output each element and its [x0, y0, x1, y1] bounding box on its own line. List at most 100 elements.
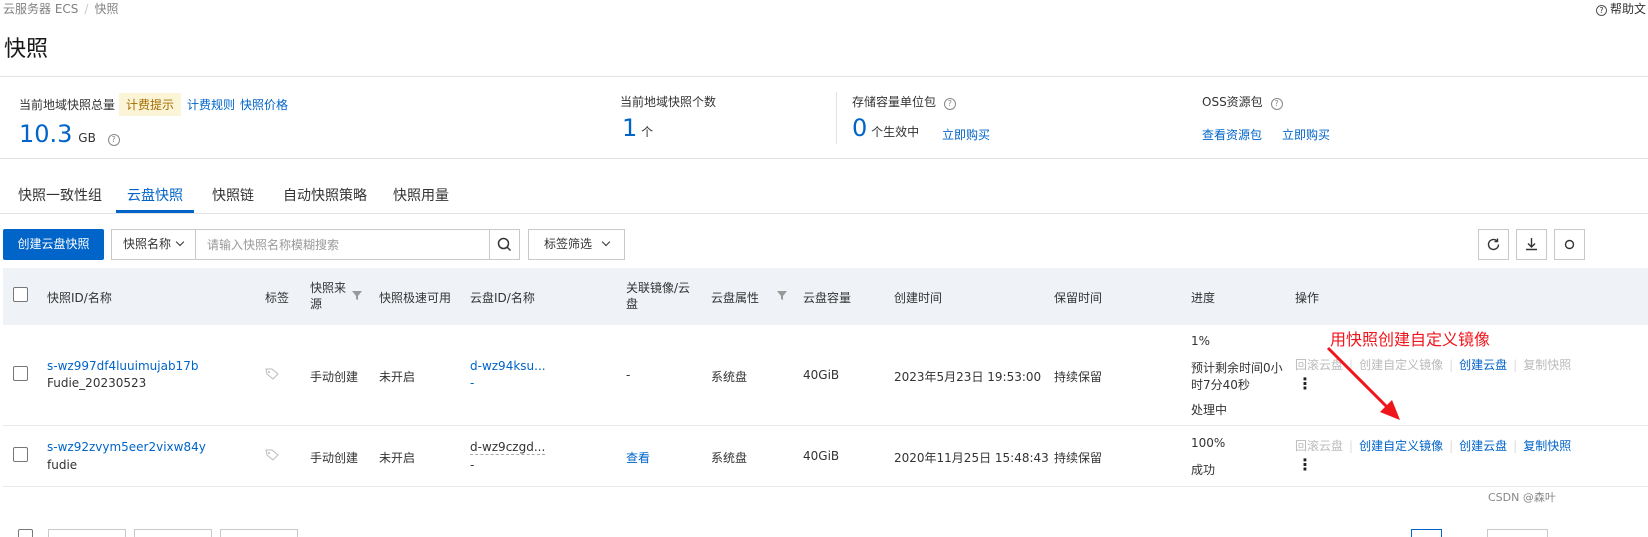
- summary-divider: [836, 92, 837, 144]
- tag-icon[interactable]: [265, 449, 279, 461]
- disk-id-link[interactable]: d-wz94ksu...: [470, 359, 546, 373]
- disk-size: 40GiB: [803, 449, 840, 463]
- create-snapshot-button[interactable]: 创建云盘快照: [3, 229, 104, 260]
- col-image-line2: 盘: [626, 297, 639, 311]
- filter-icon[interactable]: [776, 290, 788, 301]
- filter-field-label: 快照名称: [123, 237, 172, 251]
- divider: [0, 158, 1648, 159]
- breadcrumb-separator: /: [84, 2, 89, 16]
- created-time: 2023年5月23日 19:53:00: [894, 370, 1042, 384]
- total-unit: GB: [78, 131, 96, 145]
- row-checkbox[interactable]: [13, 447, 28, 462]
- total-number: 10.3: [19, 120, 73, 148]
- source: 手动创建: [310, 370, 359, 384]
- rollback-disk-action[interactable]: 回滚云盘: [1295, 439, 1343, 453]
- col-source-line2: 源: [310, 297, 323, 311]
- copy-snapshot-action[interactable]: 复制快照: [1523, 439, 1571, 453]
- export-button[interactable]: [1516, 229, 1547, 260]
- more-actions-icon[interactable]: ⋮: [1297, 457, 1313, 473]
- help-label: 帮助文: [1610, 2, 1647, 16]
- search-icon: [497, 237, 512, 252]
- create-disk-action[interactable]: 创建云盘: [1459, 358, 1507, 372]
- divider: [0, 213, 1648, 214]
- question-icon[interactable]: ?: [1270, 98, 1283, 110]
- retention: 持续保留: [1054, 451, 1103, 465]
- disk-id[interactable]: d-wz9czgd...: [470, 440, 546, 455]
- disk-name: -: [470, 458, 475, 472]
- pagination-current[interactable]: [1411, 529, 1442, 537]
- storage-label: 存储容量单位包 ?: [852, 93, 956, 110]
- remaining-time-line1: 预计剩余时间0小: [1191, 361, 1283, 375]
- progress-status: 处理中: [1191, 403, 1228, 417]
- select-all-checkbox[interactable]: [13, 287, 28, 302]
- retention: 持续保留: [1054, 370, 1103, 384]
- snapshot-name: Fudie_20230523: [47, 376, 147, 390]
- col-disk-attr: 云盘属性: [711, 291, 760, 305]
- view-image-link[interactable]: 查看: [626, 449, 650, 466]
- row-checkbox[interactable]: [13, 366, 28, 381]
- tab-snapshot-chain[interactable]: 快照链: [212, 185, 254, 205]
- col-source-line1: 快照来: [310, 281, 347, 295]
- count-number: 1: [622, 114, 638, 142]
- action-separator: |: [1449, 439, 1454, 453]
- snapshot-id-link[interactable]: s-wz997df4luuimujab17b: [47, 359, 198, 373]
- storage-buy-link[interactable]: 立即购买: [942, 126, 990, 143]
- total-label: 当前地域快照总量: [19, 98, 116, 112]
- filter-field-select[interactable]: 快照名称: [111, 229, 196, 260]
- refresh-button[interactable]: [1478, 229, 1509, 260]
- create-image-action[interactable]: 创建自定义镜像: [1359, 439, 1443, 453]
- annotation-arrow-icon: [1326, 346, 1400, 420]
- footer-checkbox[interactable]: [18, 529, 33, 537]
- refresh-icon: [1487, 238, 1500, 251]
- storage-unit: 个生效中: [871, 125, 920, 139]
- create-disk-action[interactable]: 创建云盘: [1459, 439, 1507, 453]
- more-actions-icon[interactable]: ⋮: [1297, 376, 1313, 392]
- tab-usage[interactable]: 快照用量: [393, 185, 449, 205]
- action-separator: |: [1349, 439, 1354, 453]
- snapshot-id-link[interactable]: s-wz92zvym5eer2vixw84y: [47, 440, 206, 454]
- copy-snapshot-action[interactable]: 复制快照: [1523, 358, 1571, 372]
- disk-attr: 系统盘: [711, 370, 748, 384]
- fee-tip-tag[interactable]: 计费提示: [119, 93, 182, 116]
- row-divider: [3, 486, 1648, 487]
- batch-action-button[interactable]: [48, 529, 126, 537]
- col-disk-size: 云盘容量: [803, 291, 852, 305]
- tag-filter-label: 标签筛选: [544, 237, 593, 251]
- storage-number: 0: [852, 114, 868, 142]
- action-separator: |: [1513, 439, 1518, 453]
- tab-disk-snapshot[interactable]: 云盘快照: [127, 185, 183, 205]
- tag-icon[interactable]: [265, 368, 279, 380]
- storage-value: 0 个生效中: [852, 114, 919, 142]
- source: 手动创建: [310, 451, 359, 465]
- question-icon[interactable]: ?: [107, 134, 120, 146]
- col-retention: 保留时间: [1054, 291, 1103, 305]
- oss-buy-link[interactable]: 立即购买: [1282, 126, 1330, 143]
- settings-icon: [1564, 239, 1575, 250]
- watermark: CSDN @森叶: [1488, 491, 1556, 504]
- snapshot-price-link[interactable]: 快照价格: [240, 96, 288, 113]
- disk-attr: 系统盘: [711, 451, 748, 465]
- related-image: -: [626, 368, 631, 382]
- question-icon[interactable]: ?: [943, 98, 956, 110]
- help-link[interactable]: ? 帮助文: [1596, 0, 1646, 17]
- pagination-next[interactable]: [1487, 529, 1548, 537]
- col-image: 关联镜像/云 盘: [626, 280, 690, 312]
- search-button[interactable]: [489, 229, 520, 260]
- col-id: 快照ID/名称: [47, 291, 112, 305]
- filter-icon[interactable]: [351, 290, 363, 301]
- storage-label-text: 存储容量单位包: [852, 95, 937, 109]
- total-value: 10.3 GB ?: [19, 120, 120, 148]
- search-input[interactable]: [195, 229, 490, 260]
- tab-consistency-group[interactable]: 快照一致性组: [18, 185, 102, 205]
- tag-filter-select[interactable]: 标签筛选: [528, 229, 625, 260]
- action-separator: |: [1449, 358, 1454, 372]
- action-separator: |: [1513, 358, 1518, 372]
- batch-action-button[interactable]: [134, 529, 212, 537]
- tab-auto-policy[interactable]: 自动快照策略: [283, 185, 367, 205]
- col-disk: 云盘ID/名称: [470, 291, 535, 305]
- breadcrumb-ecs[interactable]: 云服务器 ECS: [3, 2, 78, 16]
- settings-button[interactable]: [1554, 229, 1585, 260]
- billing-rules-link[interactable]: 计费规则: [187, 96, 235, 113]
- batch-action-button[interactable]: [220, 529, 298, 537]
- oss-view-link[interactable]: 查看资源包: [1202, 126, 1262, 143]
